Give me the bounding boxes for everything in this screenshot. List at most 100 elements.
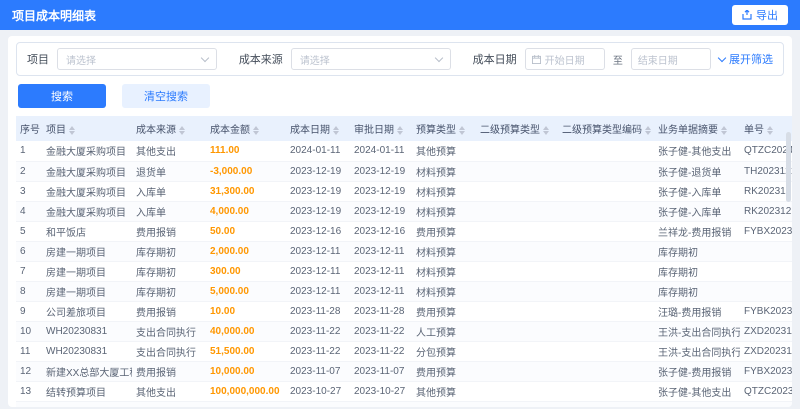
table-row[interactable]: 12新建XX总部大厦工程二期费用报销10,000.002023-11-07202… (16, 361, 792, 382)
table-cell: WH20230831 (42, 321, 132, 342)
table-cell: 50.00 (206, 221, 286, 242)
column-header[interactable]: 预算类型 (412, 116, 476, 141)
table-cell (740, 281, 792, 302)
table-cell: 2023-12-11 (286, 261, 350, 282)
column-header[interactable]: 成本来源 (132, 116, 206, 141)
sort-icon[interactable] (459, 125, 465, 135)
column-header[interactable]: 二级预算类型编码 (558, 116, 654, 141)
sort-icon[interactable] (645, 125, 651, 135)
table-cell: QTZC20231027002 (740, 381, 792, 402)
sort-icon[interactable] (69, 125, 75, 135)
table-cell: 2023-11-28 (350, 301, 412, 322)
table-row[interactable]: 14结转预算项目其他支出200,000,000.002023-10-272023… (16, 401, 792, 407)
table-cell: 张子健-其他支出 (654, 141, 740, 162)
content-card: 项目 请选择 成本来源 请选择 成本日期 开始日期 至 结束日期 展开筛选 搜索 (8, 36, 792, 407)
table-row[interactable]: 9 公司差旅项目 费用报销 10.00 2023-11-28 2023-11-28 费用预算… (16, 301, 792, 322)
table-cell: WH20230831 (42, 341, 132, 362)
table-row[interactable]: 13 结转预算项目 其他支出 100,000,000.00 2023-10-27 2023… (16, 381, 792, 402)
table-row[interactable]: 6 房建一期项目 库存期初 2,000.00 2023-12-11 2023-12-11 材… (16, 241, 792, 262)
sort-icon[interactable] (721, 125, 727, 135)
table-cell (476, 201, 558, 222)
table-row[interactable]: 2 金融大厦采购项目 退货单 -3,000.00 2023-12-19 2023-12-1… (16, 161, 792, 182)
table-cell: 材料预算 (412, 181, 476, 202)
table-cell (558, 341, 654, 362)
table-cell: 人工预算 (412, 321, 476, 342)
table-cell: 房建一期项目 (42, 261, 132, 282)
sort-icon[interactable] (179, 125, 185, 135)
column-header[interactable]: 审批日期 (350, 116, 412, 141)
table-cell: 其他支出 (132, 141, 206, 162)
source-select-placeholder: 请选择 (299, 55, 330, 67)
table-cell: ZXD20231122001 (740, 341, 792, 362)
table-cell: 费用报销 (132, 221, 206, 242)
date-end-input[interactable]: 结束日期 (630, 48, 711, 70)
table-cell (558, 161, 654, 182)
column-header[interactable]: 序号 (16, 116, 42, 141)
table-cell: 费用预算 (412, 301, 476, 322)
sort-icon[interactable] (253, 125, 259, 135)
table-cell (476, 241, 558, 262)
table-cell: 8 (16, 281, 42, 302)
table-cell: ZXD20231122002 (740, 321, 792, 342)
table-cell: RK20231219002 (740, 201, 792, 222)
table-cell (558, 141, 654, 162)
table-cell: FYBX20231107001 (740, 361, 792, 382)
table-cell: 2023-11-07 (286, 361, 350, 382)
table-cell: 2023-10-27 (286, 381, 350, 402)
table-cell: 结转预算项目 (42, 401, 132, 407)
table-cell: 2023-10-27 (350, 401, 412, 407)
table-cell: 2023-11-22 (350, 341, 412, 362)
table-cell (558, 221, 654, 242)
calendar-icon (531, 54, 541, 64)
table-cell (558, 401, 654, 407)
table-cell (740, 241, 792, 262)
column-header-label: 成本日期 (290, 125, 330, 136)
table-cell: 2023-12-16 (286, 221, 350, 242)
column-header[interactable]: 二级预算类型 (476, 116, 558, 141)
sort-icon[interactable] (333, 125, 339, 135)
table-cell: 房建一期项目 (42, 281, 132, 302)
column-header[interactable]: 单号 (740, 116, 792, 141)
table-scrollbar[interactable] (786, 132, 791, 397)
table-cell: 2024-01-11 (350, 141, 412, 162)
sort-icon[interactable] (543, 125, 549, 135)
table-row[interactable]: 8 房建一期项目 库存期初 5,000.00 2023-12-11 2023-12-11 材… (16, 281, 792, 302)
table-cell: 其他预算 (412, 141, 476, 162)
scrollbar-thumb[interactable] (786, 132, 791, 202)
table-cell (476, 301, 558, 322)
table-cell (558, 281, 654, 302)
table-row[interactable]: 5 和平饭店 费用报销 50.00 2023-12-16 2023-12-16 费用预算 兰祥… (16, 221, 792, 242)
date-start-input[interactable]: 开始日期 (524, 48, 605, 70)
table-row[interactable]: 10 WH20230831 支出合同执行 40,000.00 2023-11-22 202… (16, 321, 792, 342)
filter-bar: 项目 请选择 成本来源 请选择 成本日期 开始日期 至 结束日期 展开筛选 (16, 42, 784, 76)
column-header[interactable]: 成本日期 (286, 116, 350, 141)
chevron-down-icon (200, 53, 210, 62)
table-cell: 金融大厦采购项目 (42, 161, 132, 182)
table-row[interactable]: 11 WH20230831 支出合同执行 51,500.00 2023-11-22 202… (16, 341, 792, 362)
project-select[interactable]: 请选择 (57, 48, 217, 70)
table-cell: 4 (16, 201, 42, 222)
table-cell: TH20231219001 (740, 161, 792, 182)
column-header[interactable]: 项目 (42, 116, 132, 141)
top-bar: 项目成本明细表 导出 (0, 0, 800, 30)
table-cell: 库存期初 (132, 281, 206, 302)
sort-icon[interactable] (767, 125, 773, 135)
table-row[interactable]: 1 金融大厦采购项目 其他支出 111.00 2024-01-11 2024-01-11 其… (16, 141, 792, 162)
table-row[interactable]: 7 房建一期项目 库存期初 300.00 2023-12-11 2023-12-11 材料预… (16, 261, 792, 282)
table-cell: 2023-12-19 (286, 161, 350, 182)
column-header[interactable]: 成本金额 (206, 116, 286, 141)
export-button[interactable]: 导出 (732, 5, 788, 25)
table-cell: 2023-12-16 (350, 221, 412, 242)
date-separator: 至 (612, 55, 623, 67)
table-cell: 2023-12-11 (350, 281, 412, 302)
sort-icon[interactable] (397, 125, 403, 135)
expand-filter-link[interactable]: 展开筛选 (717, 51, 773, 67)
source-select[interactable]: 请选择 (290, 48, 451, 70)
table-row[interactable]: 3 金融大厦采购项目 入库单 31,300.00 2023-12-19 2023-12-1… (16, 181, 792, 202)
search-button[interactable]: 搜索 (18, 84, 106, 108)
column-header[interactable]: 业务单据摘要 (654, 116, 740, 141)
clear-search-button[interactable]: 清空搜索 (122, 84, 210, 108)
table-row[interactable]: 4 金融大厦采购项目 入库单 4,000.00 2023-12-19 2023-12-19… (16, 201, 792, 222)
table-cell: 库存期初 (132, 261, 206, 282)
project-filter-label: 项目 (27, 54, 49, 66)
